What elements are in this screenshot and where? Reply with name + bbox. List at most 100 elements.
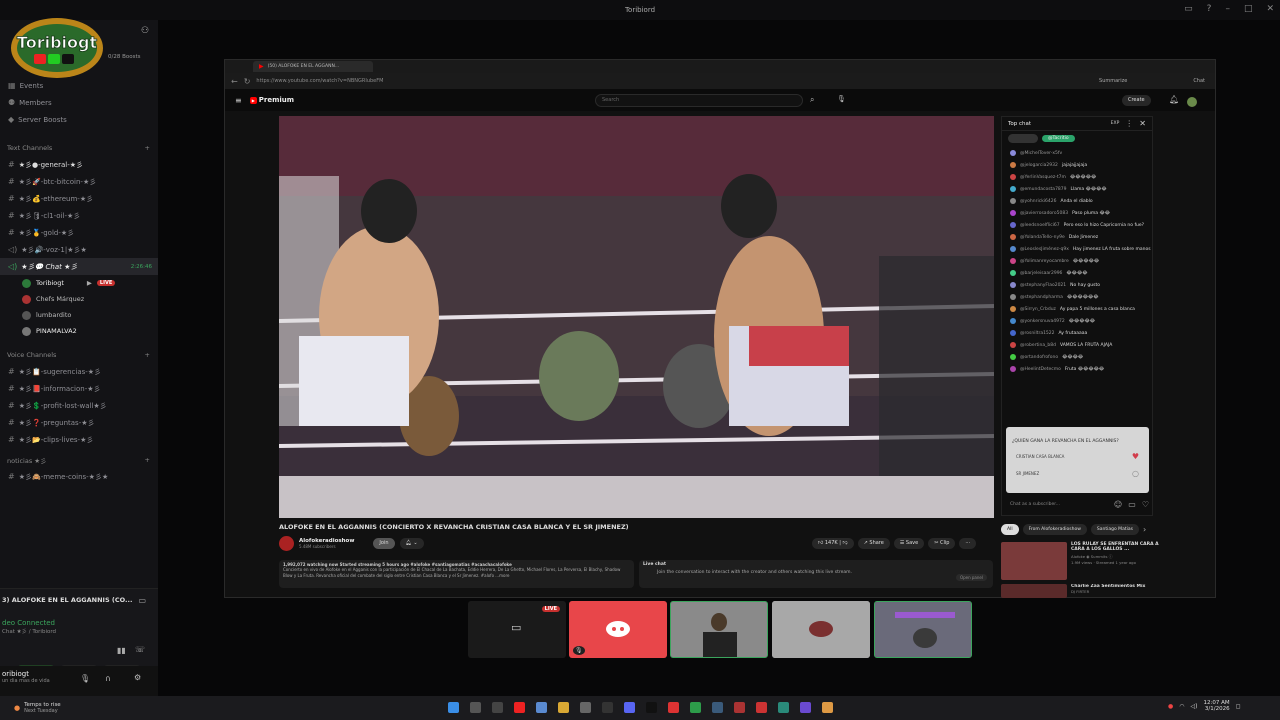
chat-username[interactable]: @stephanyFlao2021: [1020, 283, 1066, 288]
more-actions-button[interactable]: ⋯: [959, 538, 977, 549]
join-button[interactable]: Join: [373, 538, 395, 549]
youtube-logo[interactable]: Premium: [259, 96, 294, 104]
channel-chat-active[interactable]: ◁) ★彡💬 Chat ★彡 2:26:46: [0, 258, 158, 275]
sidebar-item-members[interactable]: ⚉ Members: [0, 94, 158, 111]
chip-all[interactable]: All: [1001, 524, 1019, 535]
help-icon[interactable]: ?: [1207, 4, 1212, 14]
chat-username[interactable]: @YerlinVasquez-t7m: [1020, 175, 1066, 180]
video-tile-2[interactable]: [772, 601, 870, 658]
weather-widget[interactable]: ● Temps to rise Next Tuesday: [0, 702, 61, 714]
voice-channels-header[interactable]: Voice Channels +: [0, 347, 158, 363]
chat-header[interactable]: Top chat: [1008, 121, 1031, 127]
chat-avatar[interactable]: [1010, 210, 1016, 216]
poll-option[interactable]: SR JIMENEZ: [1016, 471, 1039, 476]
chat-username[interactable]: @Sirryn_Crbduz: [1020, 307, 1056, 312]
clock[interactable]: 12:07 AM 3/1/2026: [1203, 700, 1229, 712]
shop-icon[interactable]: ▭: [1128, 500, 1136, 509]
clip-button[interactable]: ✂ Clip: [928, 538, 956, 549]
channel-oil[interactable]: # ★彡🛢-cl1-oil-★彡: [0, 207, 158, 224]
search-icon[interactable]: [470, 702, 481, 713]
tiktok-live-icon[interactable]: [756, 702, 767, 713]
search-input[interactable]: Search: [595, 94, 803, 107]
screen-share-tile[interactable]: ▭ LIVE: [468, 601, 566, 658]
voice-user-lumbardito[interactable]: lumbardito: [0, 307, 158, 323]
wifi-icon[interactable]: ◠: [1179, 703, 1184, 710]
chat-avatar[interactable]: [1010, 258, 1016, 264]
subscribed-button[interactable]: 🔔︎ ⌄: [399, 538, 424, 549]
voice-location[interactable]: Chat ★彡 / Toribiord: [2, 627, 158, 635]
save-button[interactable]: ☰ Save: [893, 538, 925, 549]
copilot-icon[interactable]: [536, 702, 547, 713]
chat-username[interactable]: @yonkersnuva4972: [1020, 319, 1065, 324]
chat-username[interactable]: @jelogarcia2932: [1020, 163, 1058, 168]
chat-avatar[interactable]: [1010, 270, 1016, 276]
chat-username[interactable]: @HeelintDetecmo: [1020, 367, 1061, 372]
volume-icon[interactable]: ◁): [1191, 703, 1198, 710]
channel-sugerencias[interactable]: # ★彡📋-sugerencias-★彡: [0, 363, 158, 380]
channel-clips[interactable]: # ★彡📂-clips-lives-★彡: [0, 431, 158, 448]
mic-icon[interactable]: 🎙︎: [80, 674, 90, 683]
add-channel-icon[interactable]: +: [145, 144, 150, 152]
channel-voz[interactable]: ◁) ★彡🔊-voz-1|★彡★: [0, 241, 158, 258]
chat-avatar[interactable]: [1010, 186, 1016, 192]
chat-username[interactable]: @yohnricki6426: [1020, 199, 1057, 204]
emoji-icon[interactable]: ☺: [1114, 500, 1122, 509]
chrome-icon[interactable]: [690, 702, 701, 713]
browser-chat-button[interactable]: Chat: [1193, 78, 1205, 84]
url-field[interactable]: https://www.youtube.com/watch?v=NBNGRIub…: [256, 78, 383, 84]
chat-avatar[interactable]: [1010, 222, 1016, 228]
chat-username[interactable]: @MichelTover-x5fv: [1020, 151, 1062, 156]
chat-username[interactable]: @emundacosta7879: [1020, 187, 1067, 192]
search-icon[interactable]: ⌕: [810, 95, 814, 105]
chat-username[interactable]: @rosniltra1522: [1020, 331, 1055, 336]
channel-btc[interactable]: # ★彡🚀-btc-bitcoin-★彡: [0, 173, 158, 190]
chat-avatar[interactable]: [1010, 330, 1016, 336]
chat-username[interactable]: @ortandofrofono: [1020, 355, 1058, 360]
channel-general[interactable]: # ★彡●-general-★彡: [0, 156, 158, 173]
share-button[interactable]: ↗ Share: [857, 538, 890, 549]
add-channel-icon[interactable]: +: [145, 456, 150, 464]
close-icon[interactable]: ✕: [1266, 4, 1274, 14]
like-button[interactable]: 👍︎ 147K | 👎︎: [812, 538, 854, 549]
chip-from-channel[interactable]: From Alofokeradioshow: [1022, 524, 1087, 535]
channel-profit[interactable]: # ★彡💲-profit-lost-wall★彡: [0, 397, 158, 414]
text-channels-header[interactable]: Text Channels +: [0, 140, 158, 156]
edge-icon[interactable]: [778, 702, 789, 713]
youtube-app-icon[interactable]: [514, 702, 525, 713]
voice-user-pinamalva[interactable]: PINAMALVA2: [0, 323, 158, 339]
chat-avatar[interactable]: [1010, 174, 1016, 180]
chrome-icon[interactable]: [822, 702, 833, 713]
description-box[interactable]: 1,992,072 watching now Started streaming…: [279, 560, 634, 588]
settings-icon[interactable]: ⚙: [134, 673, 141, 682]
super-chat-icon[interactable]: ♡: [1142, 500, 1149, 509]
tiktok-icon[interactable]: [646, 702, 657, 713]
chat-username[interactable]: @javierrosadoro5083: [1020, 211, 1068, 216]
video-player[interactable]: [279, 116, 994, 518]
open-panel-button[interactable]: Open panel: [955, 574, 987, 581]
file-explorer-icon[interactable]: [558, 702, 569, 713]
discord-user-tile[interactable]: 🎙︎: [569, 601, 667, 658]
chat-avatar[interactable]: [1010, 342, 1016, 348]
close-chat-icon[interactable]: ✕: [1139, 119, 1146, 128]
poll-card[interactable]: ¿QUIEN GANA LA REVANCHA EN EL AGGANNIS? …: [1006, 427, 1149, 493]
sidebar-item-server-boosts[interactable]: ◆ Server Boosts: [0, 111, 158, 128]
inbox-icon[interactable]: ▭: [1184, 4, 1193, 14]
chevron-right-icon[interactable]: ›: [1143, 525, 1146, 534]
donation-chip[interactable]: [1008, 133, 1038, 143]
discord-app-icon[interactable]: [624, 702, 635, 713]
webcam-tile[interactable]: [670, 601, 768, 658]
voice-user-toribiogt[interactable]: Toribiogt ▶ LIVE: [0, 275, 158, 291]
pinned-chip[interactable]: @Tacritio: [1042, 134, 1075, 142]
chat-avatar[interactable]: [1010, 366, 1016, 372]
steam-icon[interactable]: [712, 702, 723, 713]
tray-icon[interactable]: ●: [1168, 703, 1173, 710]
chat-username[interactable]: @Yolimanreyocambre: [1020, 259, 1069, 264]
notifications-icon[interactable]: 🔔︎: [1169, 95, 1179, 104]
browser-tab[interactable]: ▶ (50) ALOFOKE EN EL AGGANN...: [253, 61, 373, 72]
boosts-label[interactable]: 0/28 Boosts: [108, 54, 141, 60]
notification-icon[interactable]: ◻: [1236, 703, 1241, 710]
chat-username[interactable]: @stephandpharma: [1020, 295, 1063, 300]
recommendation-item[interactable]: LOS RULAY SE ENFRENTAN CARA A CARA A LOS…: [1001, 542, 1161, 582]
chat-avatar[interactable]: [1010, 354, 1016, 360]
hamburger-icon[interactable]: ≡: [235, 96, 242, 105]
